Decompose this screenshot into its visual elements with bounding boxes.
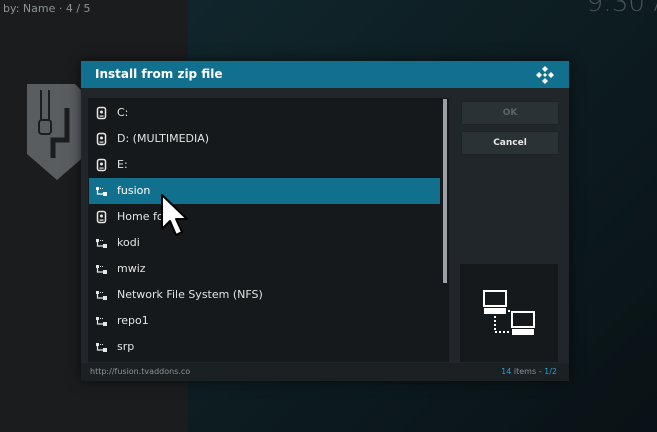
network-source-icon: [96, 343, 107, 352]
dialog-header: Install from zip file: [81, 61, 569, 88]
kodi-logo-icon: [536, 66, 554, 84]
file-source-list[interactable]: C: D: (MULTIMEDIA) E: fusion Home fo kod…: [88, 98, 449, 362]
list-item-label: E:: [117, 158, 128, 171]
network-source-icon: [96, 239, 107, 248]
list-item-label: Home fo: [117, 210, 164, 223]
drive-icon: [96, 158, 107, 172]
list-item-label: Network File System (NFS): [117, 288, 263, 301]
list-item-fusion[interactable]: fusion: [89, 178, 440, 204]
dialog-footer: http://fusion.tvaddons.co 14 items - 1/2: [81, 363, 569, 381]
item-count-label: items -: [511, 367, 545, 376]
network-source-icon: [96, 291, 107, 300]
network-source-icon: [96, 187, 107, 196]
list-item-label: mwiz: [117, 262, 146, 275]
list-item-label: C:: [117, 106, 129, 119]
list-item-label: fusion: [117, 184, 151, 197]
list-scrollbar-thumb[interactable]: [443, 99, 447, 283]
ok-button-label: OK: [502, 108, 518, 118]
page-indicator: 1/2: [544, 367, 557, 376]
selected-path: http://fusion.tvaddons.co: [90, 367, 191, 376]
cancel-button[interactable]: Cancel: [461, 131, 559, 155]
drive-icon: [96, 132, 107, 146]
list-item-label: kodi: [117, 236, 140, 249]
list-item-label: srp: [117, 340, 135, 353]
list-item-label: D: (MULTIMEDIA): [117, 132, 210, 145]
network-source-icon: [96, 317, 107, 326]
network-source-icon: [483, 290, 535, 335]
mouse-pointer-icon: [161, 194, 188, 236]
source-preview-panel: [460, 264, 558, 362]
sort-status: by: Name · 4 / 5: [3, 2, 91, 15]
list-item-e[interactable]: E:: [89, 152, 440, 178]
list-item-d-multimedia[interactable]: D: (MULTIMEDIA): [89, 126, 440, 152]
cancel-button-label: Cancel: [493, 138, 527, 148]
list-item-mwiz[interactable]: mwiz: [89, 256, 440, 282]
list-item-repo1[interactable]: repo1: [89, 308, 440, 334]
clock: 9:30 A: [586, 0, 657, 18]
list-item-label: repo1: [117, 314, 149, 327]
list-item-srp[interactable]: srp: [89, 334, 440, 360]
list-item-c[interactable]: C:: [89, 100, 440, 126]
install-from-zip-dialog: Install from zip file C: D: (MULTIMEDIA)…: [81, 61, 569, 381]
dialog-title: Install from zip file: [95, 67, 223, 81]
item-count: 14 items - 1/2: [501, 367, 557, 376]
drive-icon: [96, 106, 107, 120]
list-item-nfs[interactable]: Network File System (NFS): [89, 282, 440, 308]
item-count-number: 14: [501, 367, 512, 376]
drive-icon: [96, 210, 107, 224]
list-item-kodi[interactable]: kodi: [89, 230, 440, 256]
list-item-home-folder[interactable]: Home fo: [89, 204, 440, 230]
zip-file-icon: [27, 84, 87, 180]
network-source-icon: [96, 265, 107, 274]
ok-button[interactable]: OK: [461, 101, 559, 125]
